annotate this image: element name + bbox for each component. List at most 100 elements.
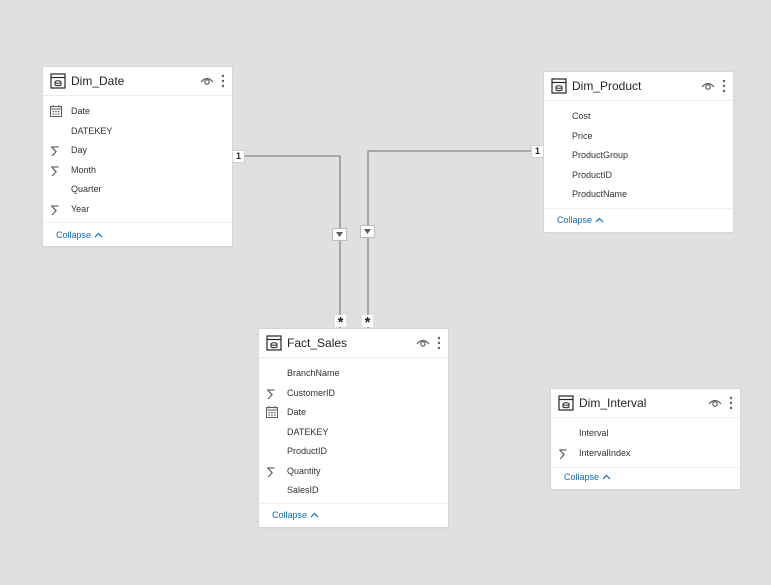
svg-text:∑: ∑ — [51, 144, 59, 156]
more-options-icon[interactable] — [721, 78, 727, 94]
table-card-dim-product[interactable]: Dim_Product Cost Price ProductGroup Product… — [544, 72, 733, 232]
divider — [43, 222, 232, 223]
field-name: Quarter — [71, 184, 102, 194]
field-row[interactable]: Date — [43, 102, 232, 122]
sigma-icon: ∑ — [51, 164, 59, 176]
table-card-dim-interval[interactable]: Dim_Interval Interval ∑ IntervalIndex Coll… — [551, 389, 740, 489]
more-options-icon[interactable] — [220, 73, 226, 89]
visibility-eye-icon[interactable] — [701, 80, 715, 92]
field-row[interactable]: BranchName — [259, 364, 448, 384]
chevron-up-icon — [595, 217, 604, 223]
divider — [551, 467, 740, 468]
collapse-link[interactable]: Collapse — [272, 510, 319, 520]
sigma-icon: ∑ — [267, 387, 275, 399]
svg-text:∑: ∑ — [267, 387, 275, 399]
table-title: Dim_Product — [572, 79, 642, 93]
field-row[interactable]: ∑ CustomerID — [259, 384, 448, 404]
divider — [259, 503, 448, 504]
relationship-line-date-sales — [232, 155, 341, 330]
field-row[interactable]: ProductID — [544, 166, 733, 186]
field-row[interactable]: DATEKEY — [43, 122, 232, 142]
table-card-dim-date[interactable]: Dim_Date Date DATEKEY ∑ Day ∑ Month Quarter ∑ Ye… — [43, 67, 232, 246]
model-canvas[interactable]: 1 1 * * Dim_Date Date DATEKEY ∑ Day ∑ Mon — [0, 0, 771, 585]
chevron-up-icon — [94, 232, 103, 238]
field-list: Date DATEKEY ∑ Day ∑ Month Quarter ∑ Year — [43, 96, 232, 219]
field-name: Year — [71, 203, 90, 214]
divider — [544, 208, 733, 209]
field-row[interactable]: SalesID — [259, 481, 448, 501]
field-name: Quantity — [287, 465, 321, 476]
svg-text:∑: ∑ — [51, 164, 59, 176]
field-name: ProductID — [572, 169, 613, 180]
field-name: Interval — [579, 428, 609, 438]
field-row[interactable]: ∑ Quantity — [259, 462, 448, 482]
field-row[interactable]: Interval — [551, 424, 740, 444]
field-name: Date — [71, 106, 91, 116]
filter-direction-date-sales[interactable] — [333, 229, 346, 240]
table-icon — [50, 73, 66, 89]
collapse-label: Collapse — [564, 472, 600, 482]
calendar-icon — [50, 105, 62, 117]
table-card-fact-sales[interactable]: Fact_Sales BranchName ∑ CustomerID Date DATE… — [259, 329, 448, 527]
field-name: DATEKEY — [71, 125, 113, 136]
table-header[interactable]: Fact_Sales — [259, 329, 448, 358]
field-name: BranchName — [287, 368, 340, 378]
more-options-icon[interactable] — [728, 395, 734, 411]
field-name: Date — [287, 407, 307, 417]
sigma-icon: ∑ — [559, 447, 567, 459]
field-row[interactable]: ∑ Year — [43, 200, 232, 220]
table-icon — [551, 78, 567, 94]
field-row[interactable]: Quarter — [43, 180, 232, 200]
filter-direction-product-sales[interactable] — [361, 226, 374, 237]
field-row[interactable]: DATEKEY — [259, 423, 448, 443]
table-title: Dim_Date — [71, 74, 125, 88]
field-row[interactable]: ProductGroup — [544, 146, 733, 166]
field-row[interactable]: Price — [544, 127, 733, 147]
table-header[interactable]: Dim_Product — [544, 72, 733, 101]
field-name: Day — [71, 145, 88, 155]
sigma-icon: ∑ — [267, 465, 275, 477]
calendar-icon — [266, 406, 278, 418]
collapse-link[interactable]: Collapse — [564, 472, 611, 482]
field-row[interactable]: ∑ IntervalIndex — [551, 444, 740, 464]
table-title: Fact_Sales — [287, 336, 348, 350]
filter-arrow-icon — [364, 229, 371, 234]
sigma-icon: ∑ — [51, 144, 59, 156]
field-list: BranchName ∑ CustomerID Date DATEKEY ProductI… — [259, 358, 448, 501]
visibility-eye-icon[interactable] — [416, 337, 430, 349]
table-header[interactable]: Dim_Date — [43, 67, 232, 96]
sigma-icon: ∑ — [51, 203, 59, 215]
field-name: ProductGroup — [572, 150, 629, 160]
field-row[interactable]: ProductName — [544, 185, 733, 205]
field-row[interactable]: ∑ Day — [43, 141, 232, 161]
field-name: CustomerID — [287, 387, 336, 398]
table-header[interactable]: Dim_Interval — [551, 389, 740, 418]
collapse-link[interactable]: Collapse — [557, 215, 604, 225]
svg-text:∑: ∑ — [559, 447, 567, 459]
field-list: Interval ∑ IntervalIndex — [551, 418, 740, 463]
field-row[interactable]: ∑ Month — [43, 161, 232, 181]
field-list: Cost Price ProductGroup ProductID ProductNam… — [544, 101, 733, 205]
chevron-up-icon — [602, 474, 611, 480]
more-options-icon[interactable] — [436, 335, 442, 351]
relationship-line-product-sales — [367, 150, 544, 330]
field-name: ProductID — [287, 446, 328, 456]
cardinality-one-product: 1 — [532, 146, 543, 157]
field-name: Month — [71, 164, 97, 175]
collapse-link[interactable]: Collapse — [56, 230, 103, 240]
field-name: DATEKEY — [287, 426, 329, 437]
collapse-label: Collapse — [272, 510, 308, 520]
collapse-label: Collapse — [557, 215, 593, 225]
field-row[interactable]: Date — [259, 403, 448, 423]
table-icon — [266, 335, 282, 351]
svg-text:∑: ∑ — [267, 465, 275, 477]
cardinality-one-date: 1 — [233, 151, 244, 162]
cardinality-many-date: * — [335, 315, 346, 331]
svg-text:∑: ∑ — [51, 203, 59, 215]
field-name: Cost — [572, 111, 591, 121]
field-name: IntervalIndex — [579, 447, 631, 458]
visibility-eye-icon[interactable] — [708, 397, 722, 409]
field-row[interactable]: Cost — [544, 107, 733, 127]
field-row[interactable]: ProductID — [259, 442, 448, 462]
visibility-eye-icon[interactable] — [200, 75, 214, 87]
